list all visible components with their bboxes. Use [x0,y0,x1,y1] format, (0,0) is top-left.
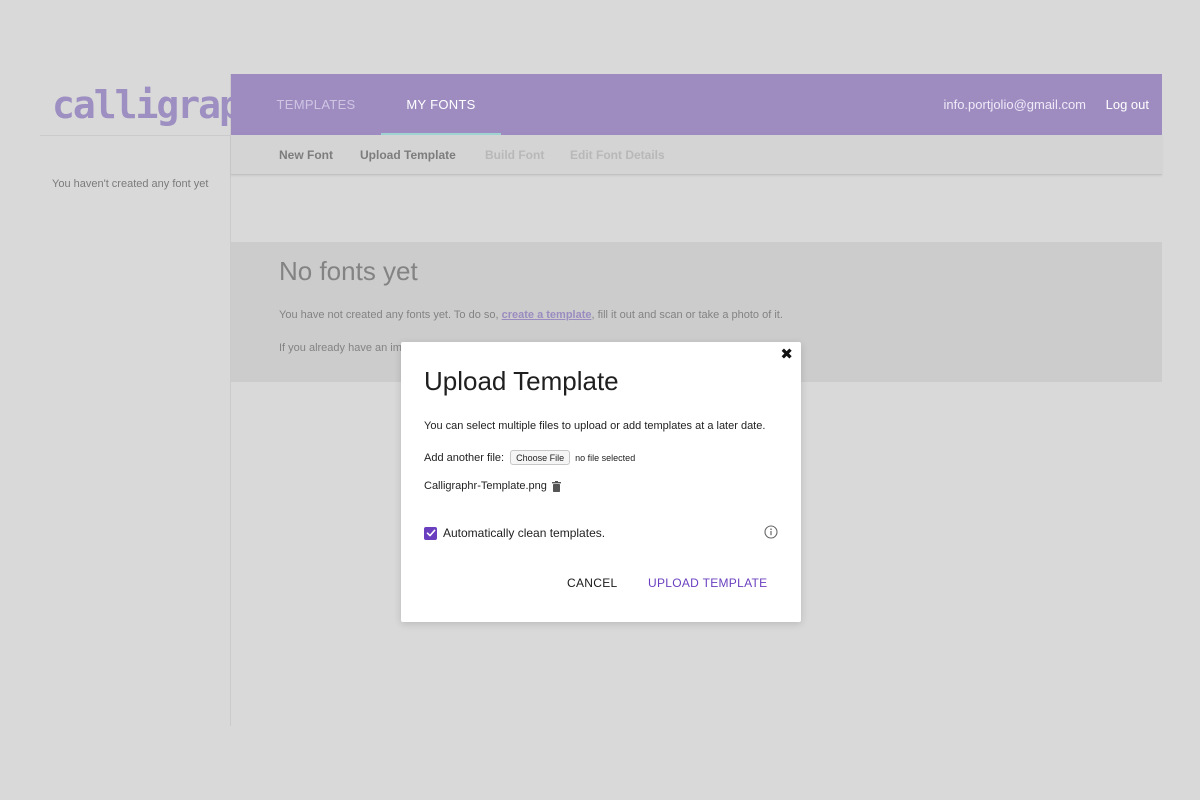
sidebar: calligraphr You haven't created any font… [40,74,284,726]
logo[interactable]: calligraphr [40,74,284,136]
sub-navigation: New Font Upload Template Build Font Edit… [231,135,1162,175]
sidebar-empty-message: You haven't created any font yet [52,178,209,190]
tab-templates[interactable]: TEMPLATES [261,74,371,135]
checkmark-icon [426,529,435,537]
choose-file-button[interactable]: Choose File [510,450,571,465]
add-file-label: Add another file: [424,451,505,464]
logout-link[interactable]: Log out [1106,74,1149,135]
tab-my-fonts[interactable]: MY FONTS [381,74,501,135]
user-email[interactable]: info.portjolio@gmail.com [943,74,1086,135]
info-icon[interactable] [764,525,778,544]
upload-template-dialog: ✖ Upload Template You can select multipl… [401,342,801,622]
create-template-link[interactable]: create a template [502,309,592,321]
subnav-build-font[interactable]: Build Font [485,135,544,175]
top-navigation-bar: TEMPLATES MY FONTS info.portjolio@gmail.… [231,74,1162,135]
subnav-edit-font-details[interactable]: Edit Font Details [570,135,665,175]
existing-font-paragraph: If you already have an im [279,342,402,354]
page-title: No fonts yet [279,256,418,286]
cancel-button[interactable]: CANCEL [567,576,617,590]
instructions-text-start: You have not created any fonts yet. To d… [279,309,502,321]
auto-clean-option: Automatically clean templates. [424,526,605,540]
instructions-text-end: , fill it out and scan or take a photo o… [591,309,783,321]
trash-icon[interactable] [551,480,561,492]
uploaded-file-row: Calligraphr-Template.png [424,480,561,492]
subnav-upload-template[interactable]: Upload Template [360,135,456,175]
add-file-row: Add another file: Choose File no file se… [424,450,635,465]
dialog-description: You can select multiple files to upload … [424,420,766,432]
auto-clean-checkbox[interactable] [424,526,437,540]
auto-clean-label: Automatically clean templates. [443,526,606,540]
instructions-paragraph: You have not created any fonts yet. To d… [279,309,783,321]
dialog-title: Upload Template [424,366,619,396]
close-icon[interactable]: ✖ [780,345,793,363]
no-file-selected-text: no file selected [575,452,636,463]
subnav-new-font[interactable]: New Font [279,135,333,175]
upload-template-button[interactable]: UPLOAD TEMPLATE [648,576,767,590]
uploaded-file-name: Calligraphr-Template.png [424,480,547,492]
